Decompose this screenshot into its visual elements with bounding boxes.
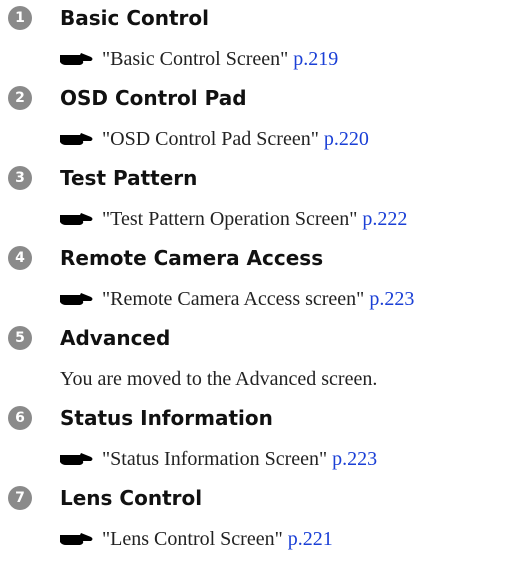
pointing-hand-icon	[60, 52, 93, 65]
list-item-osd-control-pad: 2 OSD Control Pad "OSD Control Pad Scree…	[0, 80, 513, 160]
page-link[interactable]: p.222	[362, 208, 407, 230]
page-link[interactable]: p.220	[324, 128, 369, 150]
pointing-hand-icon	[60, 532, 93, 545]
reference-title: "Lens Control Screen"	[102, 528, 283, 550]
list-item-status-information: 6 Status Information "Status Information…	[0, 400, 513, 480]
reference-line: "Test Pattern Operation Screen" p.222	[60, 202, 407, 236]
heading-advanced: Advanced	[60, 326, 171, 350]
number-badge-1: 1	[8, 6, 32, 30]
reference-title: "Basic Control Screen"	[102, 48, 289, 70]
pointing-hand-icon	[60, 132, 93, 145]
reference-line: "Status Information Screen" p.223	[60, 442, 377, 476]
page-link[interactable]: p.219	[293, 48, 338, 70]
heading-osd-control-pad: OSD Control Pad	[60, 86, 247, 110]
reference-title: "Remote Camera Access screen"	[102, 288, 365, 310]
number-badge-7: 7	[8, 486, 32, 510]
list-item-test-pattern: 3 Test Pattern "Test Pattern Operation S…	[0, 160, 513, 240]
pointing-hand-icon	[60, 212, 93, 225]
page-link[interactable]: p.223	[332, 448, 377, 470]
heading-test-pattern: Test Pattern	[60, 166, 198, 190]
list-item-basic-control: 1 Basic Control "Basic Control Screen" p…	[0, 0, 513, 80]
number-badge-4: 4	[8, 246, 32, 270]
reference-line: "Remote Camera Access screen" p.223	[60, 282, 414, 316]
reference-title: "Status Information Screen"	[102, 448, 328, 470]
heading-lens-control: Lens Control	[60, 486, 203, 510]
list-item-remote-camera-access: 4 Remote Camera Access "Remote Camera Ac…	[0, 240, 513, 320]
reference-line: "OSD Control Pad Screen" p.220	[60, 122, 369, 156]
list-item-lens-control: 7 Lens Control "Lens Control Screen" p.2…	[0, 480, 513, 560]
reference-line: "Lens Control Screen" p.221	[60, 522, 333, 556]
description-text: You are moved to the Advanced screen.	[60, 368, 378, 390]
screen-list: 1 Basic Control "Basic Control Screen" p…	[0, 0, 513, 563]
reference-title: "OSD Control Pad Screen"	[102, 128, 319, 150]
reference-title: "Test Pattern Operation Screen"	[102, 208, 358, 230]
number-badge-6: 6	[8, 406, 32, 430]
reference-line: "Basic Control Screen" p.219	[60, 42, 338, 76]
page-link[interactable]: p.221	[288, 528, 333, 550]
pointing-hand-icon	[60, 292, 93, 305]
pointing-hand-icon	[60, 452, 93, 465]
heading-remote-camera-access: Remote Camera Access	[60, 246, 324, 270]
heading-basic-control: Basic Control	[60, 6, 209, 30]
number-badge-2: 2	[8, 86, 32, 110]
page-link[interactable]: p.223	[369, 288, 414, 310]
number-badge-3: 3	[8, 166, 32, 190]
number-badge-5: 5	[8, 326, 32, 350]
list-item-advanced: 5 Advanced You are moved to the Advanced…	[0, 320, 513, 400]
heading-status-information: Status Information	[60, 406, 273, 430]
